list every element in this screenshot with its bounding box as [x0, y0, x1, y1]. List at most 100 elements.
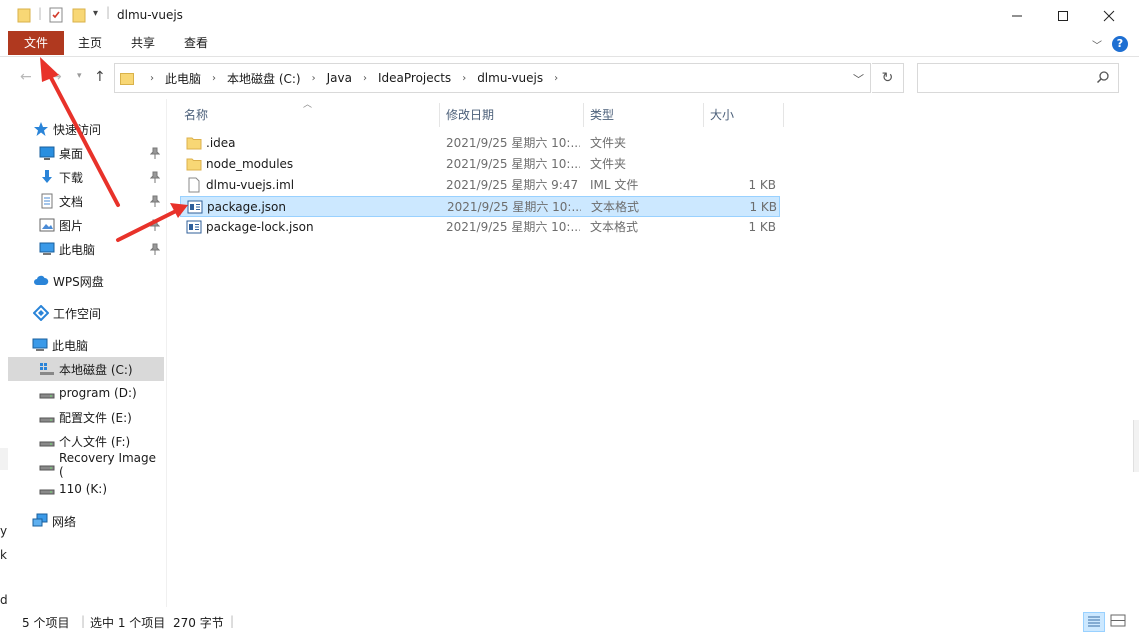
breadcrumb-chevron-icon[interactable]: › [462, 73, 466, 84]
workspace-icon [32, 304, 50, 322]
sidebar-item-desktop[interactable]: 桌面 [0, 141, 164, 165]
help-icon[interactable]: ? [1112, 36, 1128, 52]
sidebar-item-label: 工作空间 [53, 306, 102, 321]
details-view-button[interactable] [1083, 612, 1105, 632]
sidebar-item-label: 文档 [59, 194, 84, 209]
sidebar-item-this-pc[interactable]: 此电脑 [0, 333, 164, 357]
pin-icon[interactable] [149, 243, 161, 255]
qa-separator: | [106, 5, 111, 19]
folder-icon [186, 135, 202, 151]
properties-icon[interactable] [48, 7, 64, 26]
background-text-fragment: y [0, 524, 8, 538]
details-view-icon [1084, 616, 1104, 634]
computer-icon [32, 337, 48, 353]
breadcrumb-chevron-icon[interactable]: › [363, 73, 367, 84]
file-size [700, 133, 776, 153]
search-input[interactable] [917, 63, 1119, 93]
expand-ribbon-chevron-icon[interactable]: ﹀ [1092, 37, 1102, 52]
drive-icon [39, 385, 55, 401]
selected-size: 270 字节 [173, 616, 224, 630]
close-button[interactable] [1086, 0, 1132, 31]
file-type: IML 文件 [590, 178, 639, 192]
file-name: node_modules [206, 157, 294, 171]
sidebar-item-e-drive[interactable]: 配置文件 (E:) [0, 405, 164, 429]
sidebar-item-quick-access[interactable]: 快速访问 [0, 117, 164, 141]
sidebar-item-this-pc-pinned[interactable]: 此电脑 [0, 237, 164, 261]
sidebar-item-label: 快速访问 [53, 122, 102, 137]
file-type: 文本格式 [590, 220, 639, 234]
table-row[interactable]: package-lock.json 2021/9/25 星期六 10:... 文… [180, 217, 780, 238]
column-header-type[interactable]: 类型 [586, 103, 704, 127]
sidebar-item-wps-cloud[interactable]: WPS网盘 [0, 269, 164, 293]
large-icons-view-icon [1108, 614, 1128, 633]
tab-home[interactable]: 主页 [66, 31, 114, 55]
address-bar[interactable]: › 此电脑 › 本地磁盘 (C:) › Java › IdeaProjects … [114, 63, 871, 93]
column-header-name[interactable]: 名称 [180, 103, 440, 127]
breadcrumb-dlmu-vuejs[interactable]: dlmu-vuejs [477, 71, 543, 85]
sidebar-item-d-drive[interactable]: program (D:) [0, 381, 164, 405]
status-bar: 5 个项目 | 选中 1 个项目 270 字节 | [0, 607, 1139, 641]
tab-share[interactable]: 共享 [118, 31, 168, 55]
forward-arrow-icon[interactable]: → [50, 69, 62, 85]
sidebar-item-c-drive[interactable]: 本地磁盘 (C:) [8, 357, 164, 381]
desktop-icon [39, 145, 55, 161]
sidebar-item-f-drive[interactable]: 个人文件 (F:) [0, 429, 164, 453]
back-arrow-icon[interactable]: ← [20, 69, 32, 85]
sidebar-item-k-drive[interactable]: 110 (K:) [0, 477, 164, 501]
sidebar-item-network[interactable]: 网络 [0, 509, 164, 533]
sidebar-item-recovery-drive[interactable]: Recovery Image ( [0, 451, 164, 479]
refresh-icon: ↻ [881, 70, 894, 86]
table-row-selected[interactable]: package.json 2021/9/25 星期六 10:... 文本格式 1… [180, 196, 780, 217]
background-window-strip [1133, 420, 1139, 472]
new-folder-icon[interactable] [72, 7, 86, 26]
minimize-button[interactable] [994, 0, 1040, 31]
breadcrumb-chevron-icon[interactable]: › [150, 73, 154, 84]
breadcrumb-ideaprojects[interactable]: IdeaProjects [378, 71, 451, 85]
breadcrumb-java[interactable]: Java [327, 71, 352, 85]
address-history-chevron-icon[interactable]: ﹀ [853, 71, 864, 87]
item-count: 5 个项目 [22, 616, 70, 630]
qa-customize-chevron-icon[interactable]: ▾ [93, 8, 98, 19]
sidebar-item-workspace[interactable]: 工作空间 [0, 301, 164, 325]
table-row[interactable]: .idea 2021/9/25 星期六 10:... 文件夹 [180, 133, 780, 154]
computer-icon [39, 241, 55, 257]
maximize-button[interactable] [1040, 0, 1086, 31]
sidebar-item-label: 110 (K:) [59, 482, 107, 496]
breadcrumb-this-pc[interactable]: 此电脑 [165, 70, 201, 87]
column-header-size[interactable]: 大小 [706, 103, 784, 127]
refresh-button[interactable]: ↻ [872, 63, 904, 93]
table-row[interactable]: node_modules 2021/9/25 星期六 10:... 文件夹 [180, 154, 780, 175]
pin-icon[interactable] [149, 147, 161, 159]
column-header-date[interactable]: 修改日期 [442, 103, 584, 127]
sidebar-item-label: 桌面 [59, 146, 84, 161]
pin-icon[interactable] [149, 171, 161, 183]
sidebar-item-downloads[interactable]: 下载 [0, 165, 164, 189]
file-type: 文本格式 [591, 200, 640, 214]
tab-view[interactable]: 查看 [172, 31, 220, 55]
table-row[interactable]: dlmu-vuejs.iml 2021/9/25 星期六 9:47 IML 文件… [180, 175, 780, 196]
breadcrumb-chevron-icon[interactable]: › [212, 73, 216, 84]
up-arrow-icon[interactable]: ↑ [94, 69, 106, 85]
qa-separator: | [38, 6, 43, 20]
large-icons-view-button[interactable] [1108, 612, 1130, 632]
breadcrumb-c-drive[interactable]: 本地磁盘 (C:) [227, 70, 301, 87]
sidebar-item-label: 此电脑 [52, 338, 89, 353]
sidebar-item-pictures[interactable]: 图片 [0, 213, 164, 237]
column-header-row: 名称 修改日期 类型 大小 [167, 103, 784, 127]
recent-locations-chevron-icon[interactable]: ▾ [77, 71, 82, 81]
tab-file[interactable]: 文件 [8, 31, 64, 55]
breadcrumb-chevron-icon[interactable]: › [554, 73, 558, 84]
selected-count: 选中 1 个项目 [90, 616, 166, 630]
file-name: dlmu-vuejs.iml [206, 178, 295, 192]
breadcrumb-chevron-icon[interactable]: › [312, 73, 316, 84]
text-file-icon [186, 219, 202, 235]
network-icon [32, 513, 48, 529]
system-drive-icon [39, 361, 55, 377]
sidebar-item-documents[interactable]: 文档 [0, 189, 164, 213]
background-window-strip [0, 448, 8, 470]
pin-icon[interactable] [149, 219, 161, 231]
sidebar-item-label: WPS网盘 [53, 274, 104, 289]
download-icon [39, 169, 55, 185]
file-date: 2021/9/25 星期六 10:... [446, 157, 580, 171]
pin-icon[interactable] [149, 195, 161, 207]
